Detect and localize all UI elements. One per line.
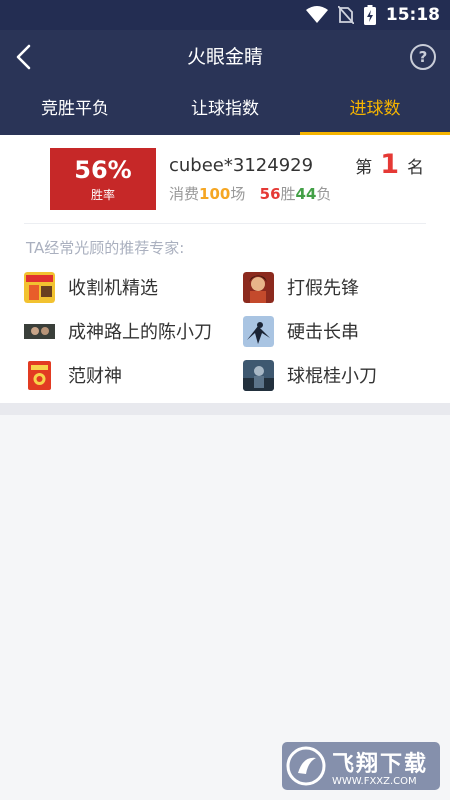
win-rate-badge: 56% 胜率: [50, 148, 156, 210]
wins-count: 56: [259, 185, 281, 203]
watermark-logo-icon: [286, 746, 326, 786]
spend-count: 100: [199, 185, 231, 203]
battery-charging-icon: [363, 5, 376, 25]
win-rate-value: 56%: [74, 156, 132, 184]
wifi-icon: [305, 6, 328, 23]
expert-item[interactable]: 范财神: [24, 359, 122, 391]
expert-item[interactable]: 硬击长串: [243, 315, 359, 347]
wins-unit: 胜: [280, 185, 296, 203]
expert-item[interactable]: 球棍桂小刀: [243, 359, 377, 391]
losses-unit: 负: [316, 185, 332, 203]
watermark-text: 飞翔下载 WWW.FXXZ.COM: [332, 746, 428, 787]
rank-suffix: 名: [407, 158, 424, 178]
expert-avatar: [243, 359, 274, 391]
watermark-url: WWW.FXXZ.COM: [332, 775, 417, 787]
username: cubee*3124929: [169, 155, 314, 176]
expert-avatar: [24, 315, 55, 347]
expert-avatar: [243, 315, 274, 347]
expert-name: 球棍桂小刀: [287, 366, 377, 387]
page-title: 火眼金睛: [186, 46, 263, 68]
expert-avatar: [24, 359, 55, 391]
tab-handicap-index[interactable]: 让球指数: [150, 85, 300, 135]
expert-item[interactable]: 成神路上的陈小刀: [24, 315, 212, 347]
status-bar: 15:18: [0, 0, 450, 30]
expert-name: 硬击长串: [287, 322, 359, 343]
rank-display: 第1名: [355, 149, 424, 180]
expert-name: 打假先锋: [287, 278, 359, 299]
spend-unit: 场: [230, 185, 246, 203]
experts-heading: TA经常光顾的推荐专家:: [26, 239, 185, 257]
no-sim-icon: [337, 6, 354, 24]
watermark: 飞翔下载 WWW.FXXZ.COM: [282, 742, 440, 790]
rank-number: 1: [380, 149, 399, 180]
expert-item[interactable]: 收割机精选: [24, 271, 158, 303]
watermark-brand: 飞翔下载: [332, 751, 429, 777]
tab-win-draw-lose[interactable]: 竞胜平负: [0, 85, 150, 135]
help-button[interactable]: ?: [410, 44, 436, 70]
expert-avatar: [24, 271, 55, 303]
status-icons: 15:18: [305, 4, 440, 26]
app-bar: 火眼金睛 ?: [0, 30, 450, 85]
divider: [24, 223, 426, 224]
losses-count: 44: [295, 185, 317, 203]
clock: 15:18: [385, 5, 440, 25]
expert-name: 收割机精选: [68, 278, 158, 299]
expert-name: 成神路上的陈小刀: [68, 322, 212, 343]
spend-prefix: 消费: [169, 185, 200, 203]
section-gap: [0, 403, 450, 415]
record-stats: 消费100场 56胜44负: [169, 183, 331, 204]
expert-name: 范财神: [68, 366, 122, 387]
rank-prefix: 第: [355, 158, 373, 178]
expert-avatar: [243, 271, 274, 303]
win-rate-label: 胜率: [90, 188, 115, 202]
tab-goals[interactable]: 进球数: [300, 85, 450, 135]
expert-item[interactable]: 打假先锋: [243, 271, 359, 303]
profile-card: 56% 胜率 cubee*3124929 消费100场 56胜44负 第1名 T…: [0, 135, 450, 403]
tab-bar: 竞胜平负 让球指数 进球数: [0, 85, 450, 135]
